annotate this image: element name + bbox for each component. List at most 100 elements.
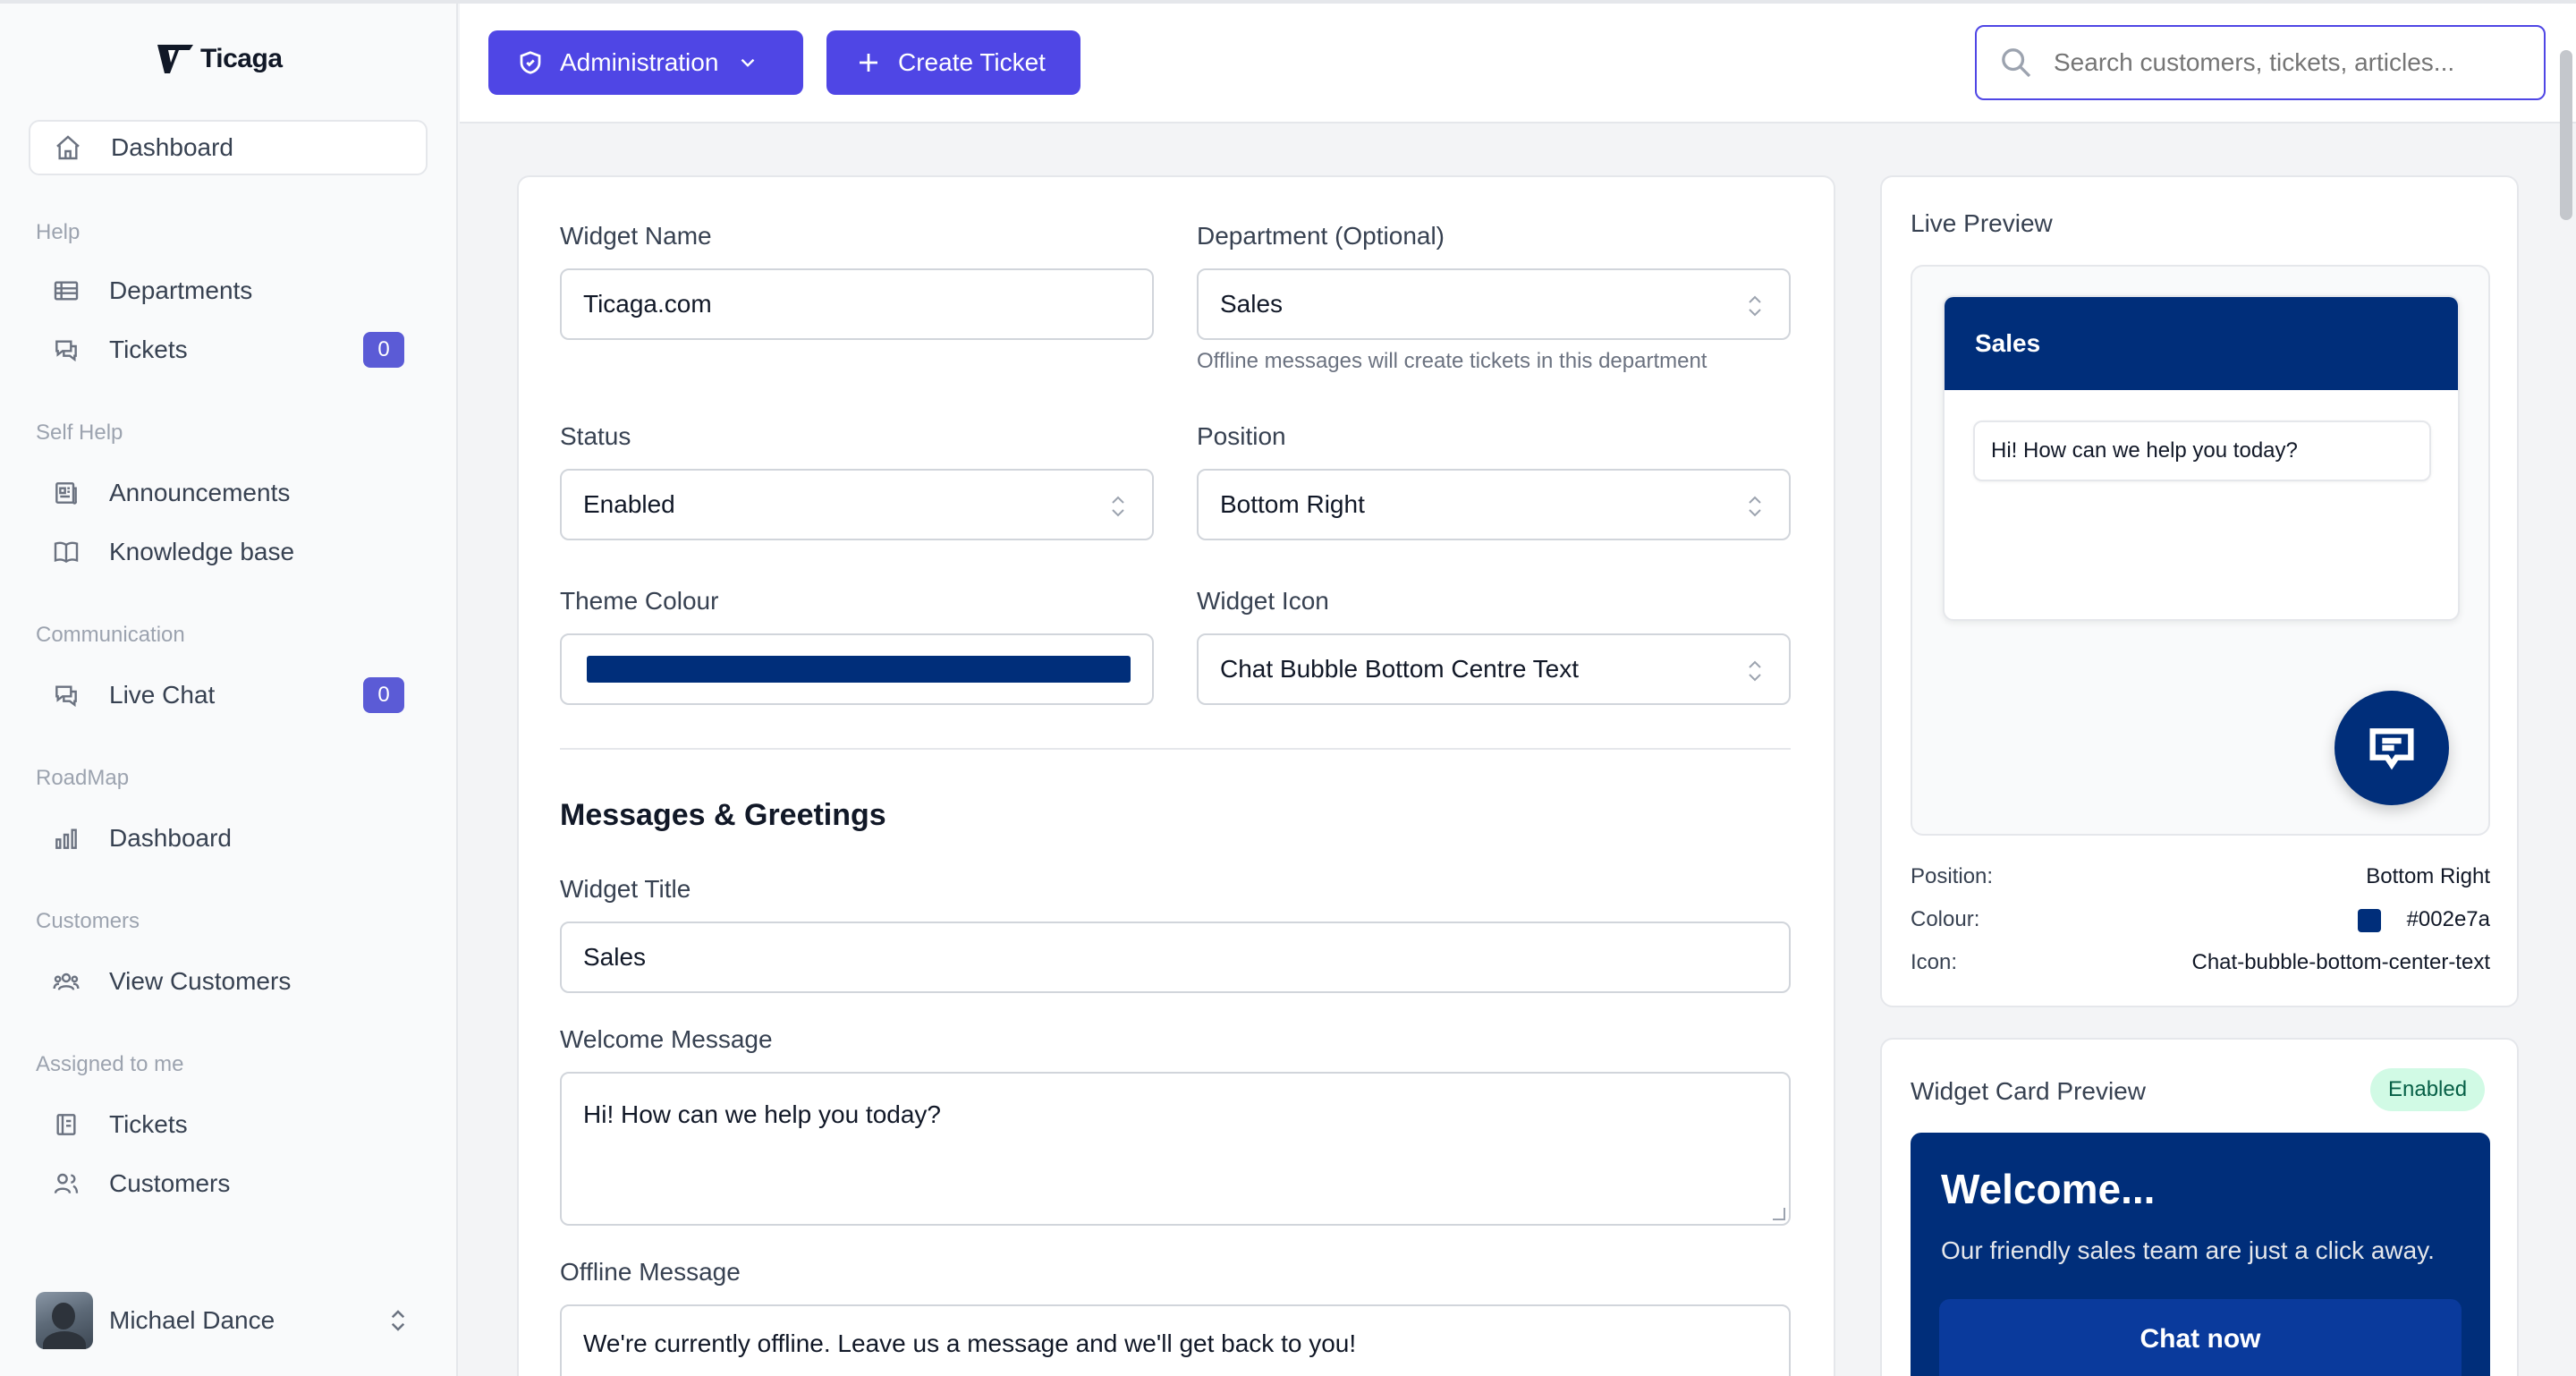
welcome-message-value: Hi! How can we help you today? xyxy=(583,1100,941,1128)
chat-now-button[interactable]: Chat now xyxy=(1939,1299,2462,1376)
sidebar-item-live-chat[interactable]: Live Chat 0 xyxy=(29,667,428,723)
status-label: Status xyxy=(560,422,631,450)
preview-icon-label: Icon: xyxy=(1911,950,1958,974)
administration-label: Administration xyxy=(560,48,719,76)
department-label: Department (Optional) xyxy=(1197,222,1445,250)
live-chat-count-badge: 0 xyxy=(363,677,404,713)
widget-title-input[interactable]: Sales xyxy=(560,922,1791,993)
brand-name: Ticaga xyxy=(200,44,283,73)
tickets-count-badge: 0 xyxy=(363,332,404,368)
preview-position-label: Position: xyxy=(1911,864,1994,888)
offline-message-textarea[interactable]: We're currently offline. Leave us a mess… xyxy=(560,1304,1791,1376)
theme-colour-picker[interactable] xyxy=(560,633,1154,705)
welcome-message-label: Welcome Message xyxy=(560,1025,773,1053)
status-badge: Enabled xyxy=(2370,1068,2486,1111)
department-select[interactable]: Sales xyxy=(1197,268,1791,340)
chat-launcher-button[interactable] xyxy=(2334,691,2449,805)
widget-name-label: Widget Name xyxy=(560,222,712,250)
offline-message-label: Offline Message xyxy=(560,1258,741,1286)
widget-name-input[interactable]: Ticaga.com xyxy=(560,268,1154,340)
chat-header-title: Sales xyxy=(1975,329,2041,357)
sidebar-item-label: Dashboard xyxy=(111,133,233,161)
sidebar-item-label: Departments xyxy=(109,276,253,304)
widget-icon-label: Widget Icon xyxy=(1197,587,1329,615)
ticaga-logo-icon xyxy=(157,45,193,73)
position-value: Bottom Right xyxy=(1220,490,1365,518)
create-ticket-button[interactable]: Create Ticket xyxy=(826,30,1080,95)
newspaper-icon xyxy=(50,477,82,509)
section-self-help: Self Help xyxy=(36,420,123,445)
table-icon xyxy=(50,275,82,307)
user-menu[interactable]: Michael Dance xyxy=(36,1290,411,1351)
sidebar-item-roadmap-dashboard[interactable]: Dashboard xyxy=(29,811,428,866)
window-top-border xyxy=(0,0,2576,4)
widget-title-value: Sales xyxy=(583,943,647,971)
chat-bubbles-icon xyxy=(50,334,82,366)
sidebar-item-view-customers[interactable]: View Customers xyxy=(29,954,428,1009)
chat-header: Sales xyxy=(1945,297,2458,390)
book-icon xyxy=(50,536,82,568)
colour-swatch xyxy=(2358,909,2381,932)
sidebar-item-label: Announcements xyxy=(109,479,291,506)
live-preview-title: Live Preview xyxy=(1911,209,2053,237)
preview-colour-label: Colour: xyxy=(1911,907,1980,931)
sidebar-item-label: Live Chat xyxy=(109,681,216,709)
section-customers: Customers xyxy=(36,909,140,933)
chat-bubble-bottom-center-text-icon xyxy=(2369,728,2414,770)
position-select[interactable]: Bottom Right xyxy=(1197,469,1791,540)
chevron-up-down-icon xyxy=(1744,492,1766,521)
sidebar-item-dashboard[interactable]: Dashboard xyxy=(29,120,428,175)
greeting-text: Hi! How can we help you today? xyxy=(1991,438,2298,463)
section-help: Help xyxy=(36,220,80,244)
brand-logo[interactable]: Ticaga xyxy=(156,41,283,77)
sidebar-item-label: Dashboard xyxy=(109,824,232,852)
section-roadmap: RoadMap xyxy=(36,766,130,790)
sidebar-item-announcements[interactable]: Announcements xyxy=(29,465,428,521)
avatar xyxy=(36,1292,93,1349)
widget-name-value: Ticaga.com xyxy=(583,290,712,318)
plus-icon xyxy=(860,54,877,72)
preview-stage: Sales Hi! How can we help you today? xyxy=(1911,265,2490,836)
shield-check-icon xyxy=(520,51,541,74)
welcome-message-textarea[interactable]: Hi! How can we help you today? xyxy=(560,1072,1791,1226)
greeting-bubble: Hi! How can we help you today? xyxy=(1973,420,2431,481)
sidebar-item-assigned-customers[interactable]: Customers xyxy=(29,1156,428,1211)
messages-heading: Messages & Greetings xyxy=(560,798,886,832)
sidebar-item-assigned-tickets[interactable]: Tickets xyxy=(29,1097,428,1152)
widget-icon-select[interactable]: Chat Bubble Bottom Centre Text xyxy=(1197,633,1791,705)
administration-button[interactable]: Administration xyxy=(488,30,803,95)
chat-bubbles-icon xyxy=(50,679,82,711)
sidebar-item-tickets[interactable]: Tickets 0 xyxy=(29,322,428,378)
status-value: Enabled xyxy=(583,490,675,518)
section-communication: Communication xyxy=(36,623,185,647)
user-name: Michael Dance xyxy=(109,1306,275,1334)
chat-now-label: Chat now xyxy=(2140,1324,2261,1354)
create-ticket-label: Create Ticket xyxy=(898,48,1046,76)
sidebar-item-label: Customers xyxy=(109,1169,231,1197)
department-value: Sales xyxy=(1220,290,1284,318)
chevron-up-down-icon xyxy=(1744,292,1766,320)
theme-colour-label: Theme Colour xyxy=(560,587,719,615)
status-select[interactable]: Enabled xyxy=(560,469,1154,540)
sidebar-item-departments[interactable]: Departments xyxy=(29,263,428,319)
ticket-book-icon xyxy=(50,1108,82,1141)
bar-chart-icon xyxy=(50,822,82,854)
search-input[interactable] xyxy=(2054,48,2519,77)
widget-card-preview-title: Widget Card Preview xyxy=(1911,1077,2146,1105)
resize-handle-icon[interactable] xyxy=(1773,1208,1785,1220)
welcome-subtitle: Our friendly sales team are just a click… xyxy=(1941,1236,2435,1264)
preview-position-value: Bottom Right xyxy=(2366,864,2490,888)
widget-icon-value: Chat Bubble Bottom Centre Text xyxy=(1220,655,1580,683)
sidebar: Ticaga Dashboard Help Departments Ticket… xyxy=(0,0,458,1376)
offline-message-value: We're currently offline. Leave us a mess… xyxy=(583,1329,1357,1357)
users-group-icon xyxy=(50,965,82,998)
sidebar-item-label: View Customers xyxy=(109,967,292,995)
sidebar-item-label: Tickets xyxy=(109,1110,188,1138)
chat-window-preview: Sales Hi! How can we help you today? xyxy=(1943,295,2460,621)
section-assigned: Assigned to me xyxy=(36,1052,184,1076)
colour-swatch-bar xyxy=(587,656,1131,683)
sidebar-item-knowledge-base[interactable]: Knowledge base xyxy=(29,524,428,580)
welcome-title: Welcome... xyxy=(1941,1166,2156,1212)
page-scrollbar[interactable] xyxy=(2560,50,2572,220)
search-box[interactable] xyxy=(1975,25,2546,100)
